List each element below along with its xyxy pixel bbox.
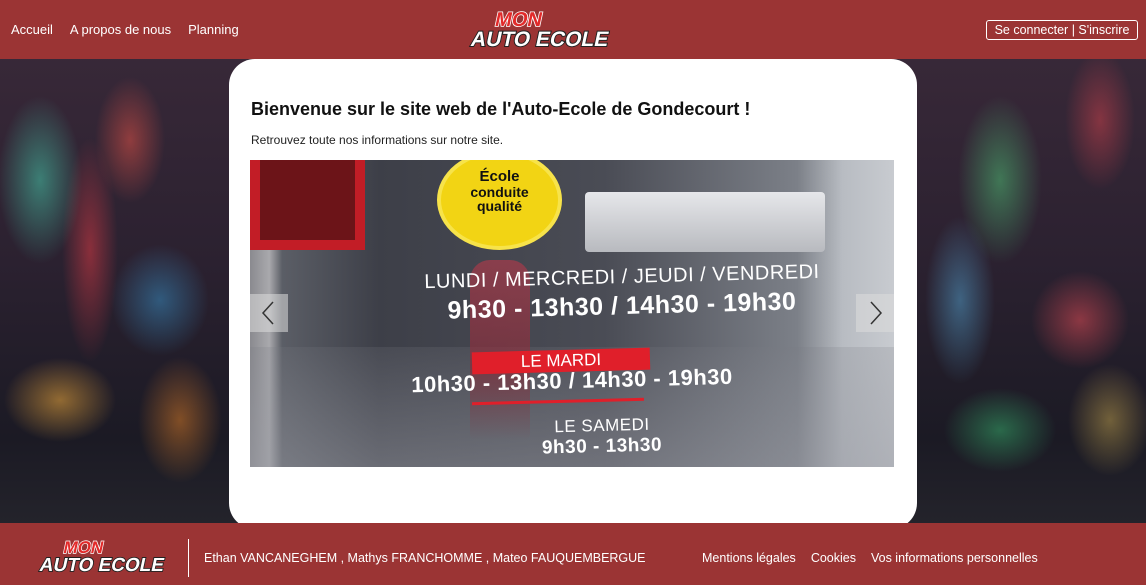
nav-accueil[interactable]: Accueil [11,22,53,37]
site-footer: MON AUTO ECOLE Ethan VANCANEGHEM , Mathy… [0,523,1146,585]
footer-link-personal-info[interactable]: Vos informations personnelles [871,551,1038,565]
chevron-left-icon [261,301,274,325]
brand-logo[interactable]: MON AUTO ECOLE [466,8,612,52]
footer-link-cookies[interactable]: Cookies [811,551,856,565]
slide-red-panel-inner [260,160,355,240]
footer-authors: Ethan VANCANEGHEM , Mathys FRANCHOMME , … [204,551,646,565]
welcome-card: Bienvenue sur le site web de l'Auto-Ecol… [229,59,917,529]
nav-planning[interactable]: Planning [188,22,239,37]
logo-line2: AUTO ECOLE [469,28,611,51]
footer-logo-line2: AUTO ECOLE [38,555,166,575]
footer-link-mentions[interactable]: Mentions légales [702,551,796,565]
footer-links: Mentions légales Cookies Vos information… [702,551,1038,565]
page-title: Bienvenue sur le site web de l'Auto-Ecol… [251,99,751,119]
nav-a-propos[interactable]: A propos de nous [70,22,171,37]
footer-logo[interactable]: MON AUTO ECOLE [36,537,166,575]
slide-heater [585,192,825,252]
sticker-line1: École [479,168,520,185]
carousel-prev-button[interactable] [250,294,288,332]
top-navbar: Accueil A propos de nous Planning MON AU… [0,0,1146,59]
footer-logo-line1: MON [62,537,106,557]
chevron-right-icon [870,301,883,325]
footer-divider [188,539,189,577]
sticker-line3: qualité [476,198,523,214]
image-carousel: École conduite qualité LUNDI / MERCREDI … [250,160,894,467]
main-nav: Accueil A propos de nous Planning [11,22,239,37]
slide-red-panel [250,160,365,250]
page-subtitle: Retrouvez toute nos informations sur not… [251,133,504,147]
carousel-next-button[interactable] [856,294,894,332]
login-signup-button[interactable]: Se connecter | S'inscrire [986,20,1138,40]
